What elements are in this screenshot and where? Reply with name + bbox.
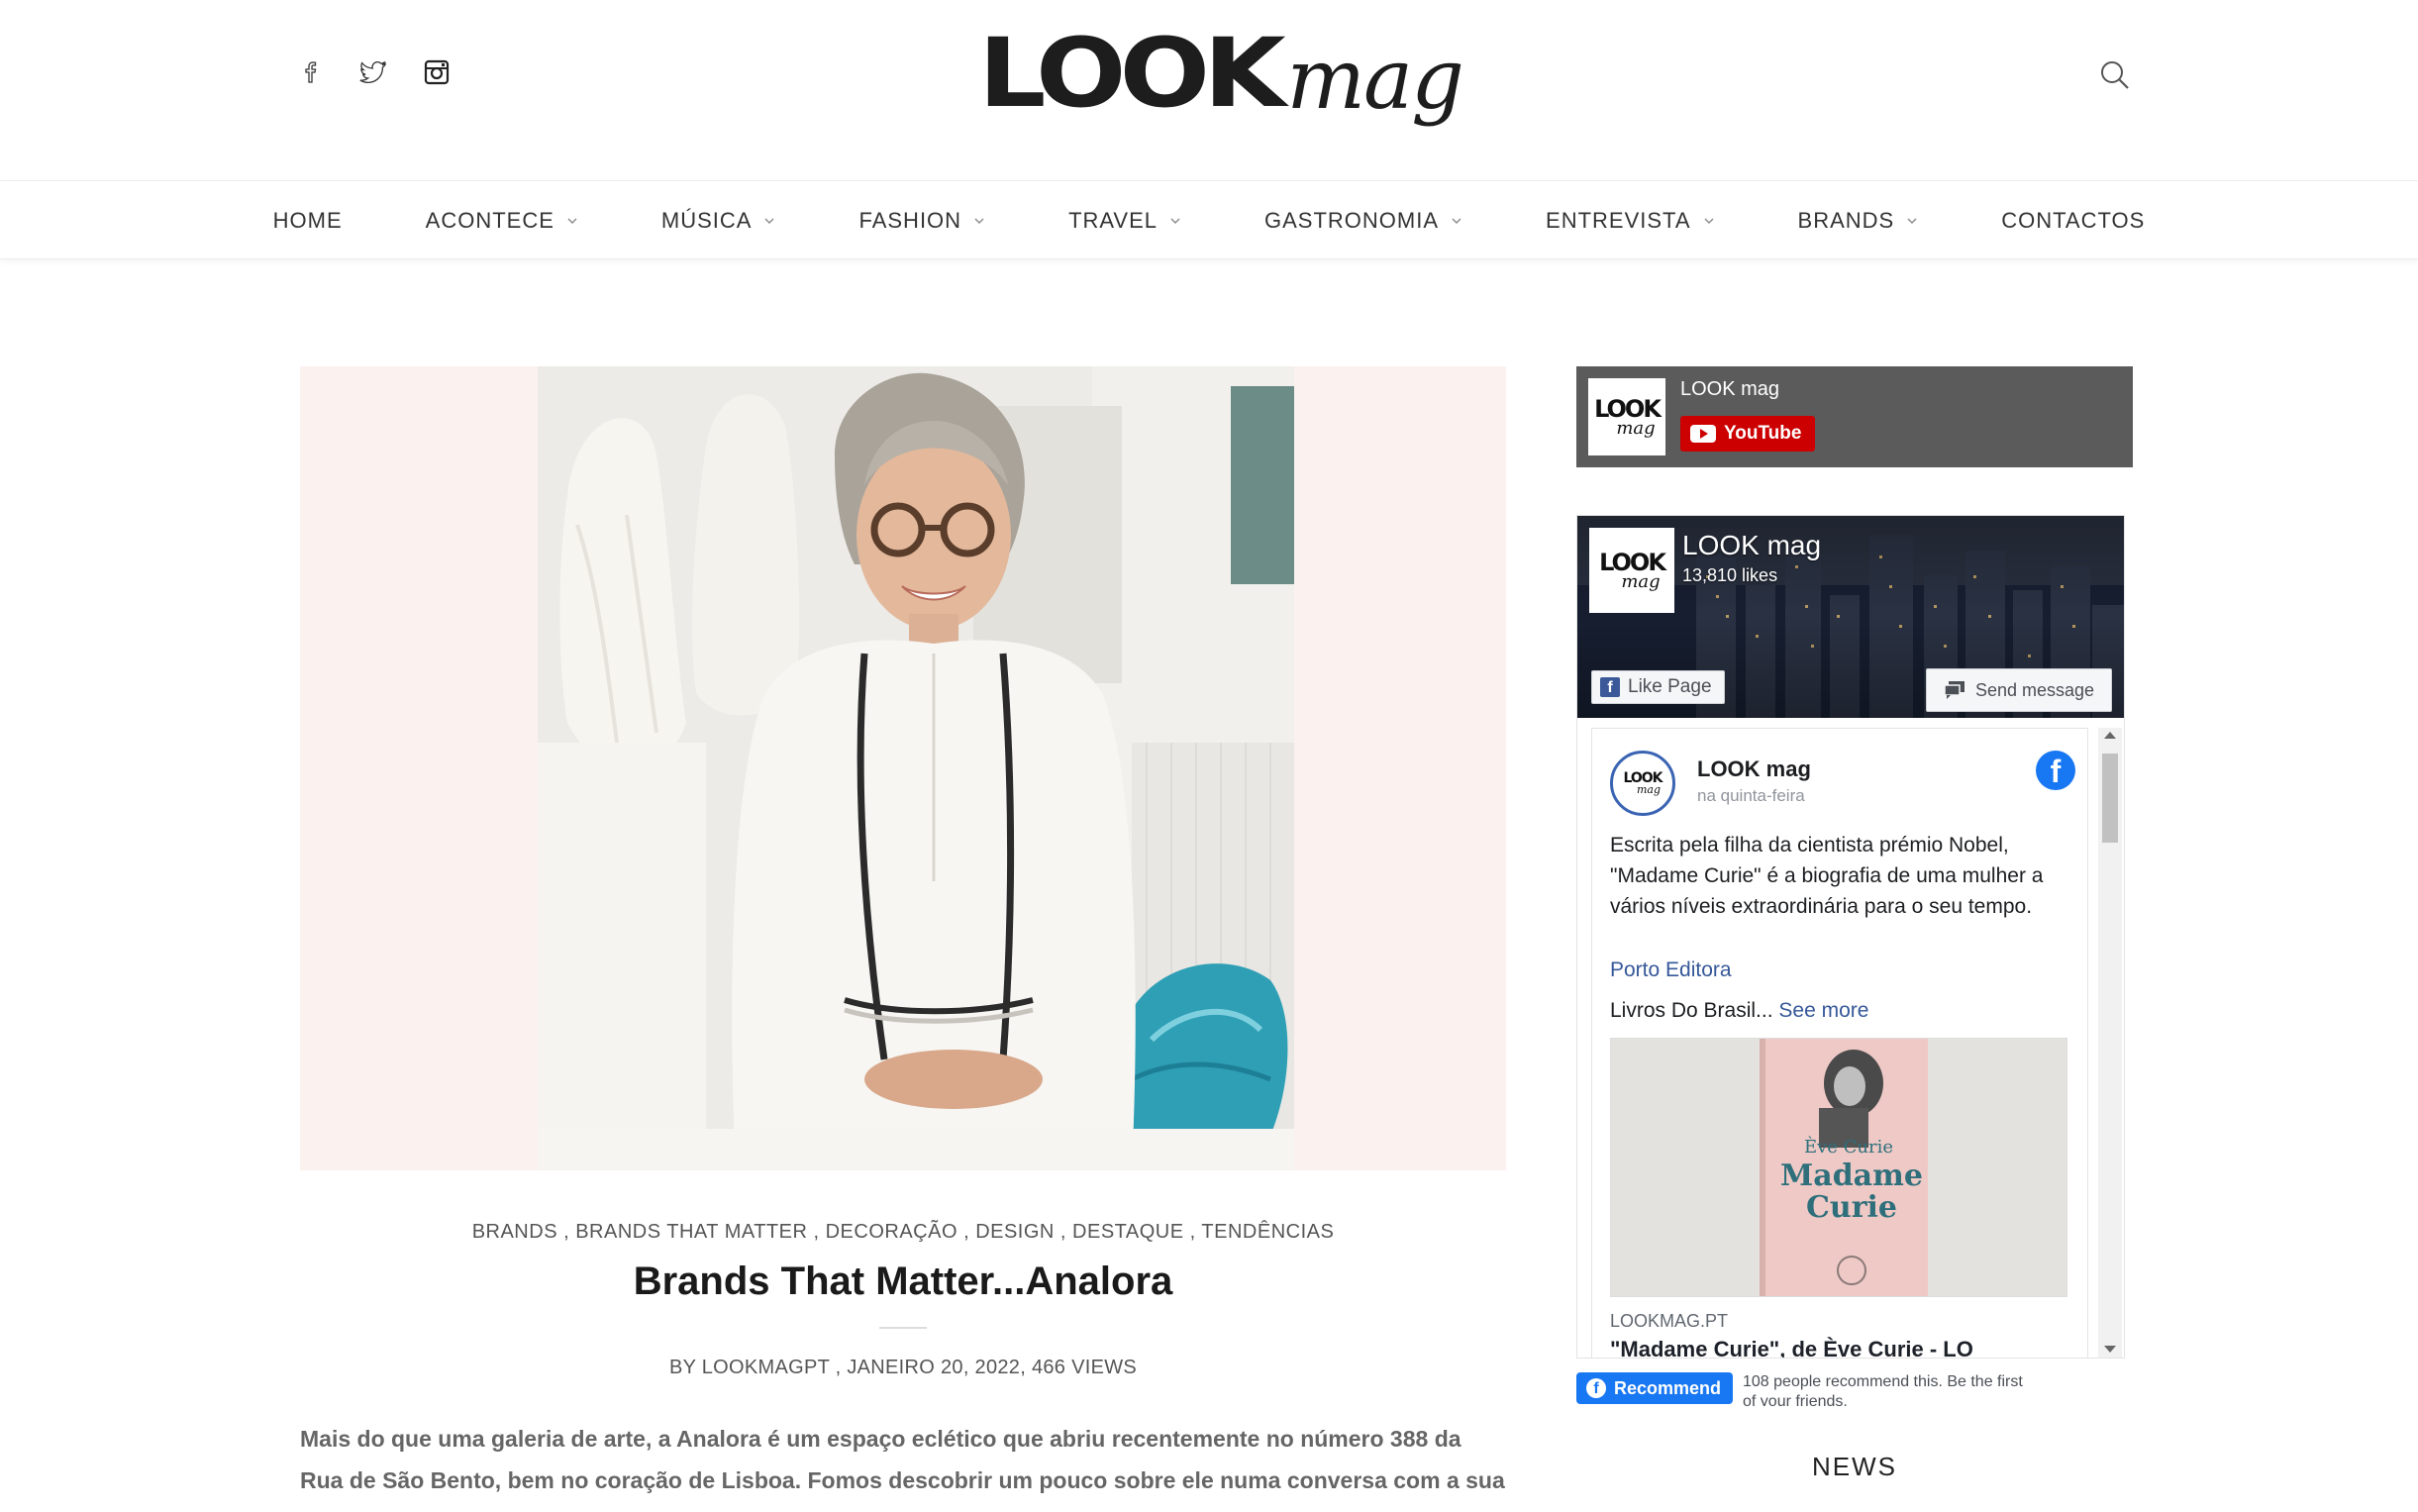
search-icon[interactable] [2097,57,2133,93]
channel-avatar[interactable]: LOOK mag [1588,378,1665,455]
facebook-cover-photo[interactable]: LOOK mag LOOK mag 13,810 likes f Like Pa… [1577,516,2124,718]
twitter-icon[interactable] [356,55,390,89]
youtube-subscribe-button[interactable]: YouTube [1680,416,1816,452]
chevron-down-icon [567,218,577,224]
youtube-play-icon [1690,425,1716,443]
post-text-truncated: Livros Do Brasil... [1610,999,1773,1022]
facebook-page-widget: LOOK mag LOOK mag 13,810 likes f Like Pa… [1576,515,2125,1359]
article-meta: BY LOOKMAGPT , JANEIRO 20, 2022, 466 VIE… [668,1357,1138,1378]
post-text: Escrita pela filha da cientista prémio N… [1610,834,2044,918]
scrollbar-thumb[interactable] [2102,754,2118,843]
recommend-count-text: 108 people recommend this. Be the first … [1743,1373,2023,1406]
book-title-line2: Curie [1806,1190,1897,1225]
channel-name[interactable]: LOOK mag [1680,378,1779,401]
news-heading: NEWS [1812,1452,1897,1481]
instagram-icon[interactable] [420,55,453,89]
category-separator: , [807,1221,826,1243]
category-link[interactable]: DECORAÇÃO [826,1221,957,1243]
logo-wordmark-bold: LOOK [978,18,1286,129]
chevron-down-icon [1704,218,1714,224]
nav-item-contactos[interactable]: CONTACTOS [1960,181,2186,260]
facebook-square-icon: f [1600,677,1620,697]
scroll-down-arrow-icon[interactable] [2104,1346,2116,1353]
message-icon [1944,681,1965,699]
see-more-link[interactable]: See more [1778,999,1868,1022]
send-message-label: Send message [1974,679,2095,700]
avatar-wordmark-italic: mag [1616,417,1656,439]
main-nav: HOME ACONTECE MÚSICA FASHION TRAVEL GASTRONOM… [0,180,2418,259]
post-timestamp[interactable]: na quinta-feira [1697,786,1805,806]
youtube-button-label: YouTube [1724,423,1802,444]
post-author-name[interactable]: LOOK mag [1697,756,1811,782]
facebook-page-likes: 13,810 likes [1682,565,1778,585]
chevron-down-icon [1170,218,1180,224]
facebook-timeline[interactable]: LOOK mag LOOK mag na quinta-feira f Escr… [1577,728,2124,1358]
nav-item-home[interactable]: HOME [232,181,384,260]
nav-item-label: HOME [272,208,343,233]
main-nav-list: HOME ACONTECE MÚSICA FASHION TRAVEL GASTRONOM… [0,181,2418,260]
attachment-domain: LOOKMAG.PT [1610,1311,1729,1331]
post-text-continuation: Livros Do Brasil... See more [1610,999,1868,1023]
title-divider [879,1327,927,1329]
chevron-down-icon [1452,218,1461,224]
category-link[interactable]: DESIGN [975,1221,1055,1243]
featured-image[interactable] [300,366,1506,1170]
article-categories: BRANDS , BRANDS THAT MATTER , DECORAÇÃO … [300,1221,1506,1244]
category-link[interactable]: BRANDS [472,1221,557,1243]
recommend-label: Recommend [1614,1377,1722,1398]
facebook-icon: f [1586,1378,1606,1398]
post-author-avatar[interactable]: LOOK mag [1610,751,1675,816]
nav-item-label: TRAVEL [1068,208,1159,233]
category-separator: , [957,1221,976,1243]
facebook-logo-icon[interactable]: f [2036,751,2075,790]
nav-item-label: GASTRONOMIA [1264,208,1440,233]
article-excerpt: Mais do que uma galeria de arte, a Analo… [300,1426,1505,1493]
chevron-down-icon [974,218,984,224]
chevron-down-icon [764,218,774,224]
nav-item-entrevista[interactable]: ENTREVISTA [1504,181,1757,260]
avatar-wordmark-italic: mag [1636,783,1662,797]
category-link[interactable]: TENDÊNCIAS [1201,1221,1334,1243]
book-author: Ève Curie [1804,1135,1893,1158]
nav-item-label: ENTREVISTA [1546,208,1691,233]
like-page-button[interactable]: f Like Page [1591,670,1725,704]
article-title[interactable]: Brands That Matter...Analora [300,1260,1506,1304]
youtube-subscribe-widget: LOOK mag LOOK mag YouTube [1576,366,2133,467]
site-logo[interactable]: LOOK mag [978,18,1464,129]
category-link[interactable]: DESTAQUE [1072,1221,1184,1243]
nav-item-label: CONTACTOS [2001,208,2146,233]
featured-photo [538,366,1294,1170]
nav-item-musica[interactable]: MÚSICA [620,181,818,260]
category-link[interactable]: BRANDS THAT MATTER [575,1221,807,1243]
facebook-page-name[interactable]: LOOK mag [1682,530,1821,561]
nav-item-gastronomia[interactable]: GASTRONOMIA [1223,181,1504,260]
logo-wordmark-italic: mag [1286,31,1464,128]
category-separator: , [1054,1221,1073,1243]
category-separator: , [1183,1221,1202,1243]
social-links [293,55,453,89]
site-header: LOOK mag [0,0,2418,180]
post-attachment-image[interactable]: Ève Curie Madame Curie [1610,1038,2067,1297]
avatar-wordmark-italic: mag [1621,570,1661,592]
send-message-button[interactable]: Send message [1926,668,2112,712]
nav-item-acontece[interactable]: ACONTECE [384,181,620,260]
attachment-title[interactable]: "Madame Curie", de Ève Curie - LO [1610,1337,2067,1358]
nav-item-label: ACONTECE [425,208,554,233]
nav-item-label: BRANDS [1797,208,1895,233]
facebook-icon[interactable] [293,55,327,89]
post-link-porto-editora[interactable]: Porto Editora [1610,958,1732,982]
nav-item-label: MÚSICA [660,208,753,233]
scroll-up-arrow-icon[interactable] [2104,732,2116,739]
like-page-label: Like Page [1628,676,1712,697]
chevron-down-icon [1907,218,1917,224]
category-separator: , [557,1221,576,1243]
facebook-page-avatar[interactable]: LOOK mag [1589,528,1674,613]
nav-item-brands[interactable]: BRANDS [1757,181,1961,260]
nav-item-label: FASHION [858,208,962,233]
nav-item-travel[interactable]: TRAVEL [1027,181,1223,260]
nav-item-fashion[interactable]: FASHION [817,181,1027,260]
book-title-line1: Madame [1780,1159,1923,1193]
facebook-post: LOOK mag LOOK mag na quinta-feira f Escr… [1591,728,2088,1358]
facebook-recommend-button[interactable]: f Recommend [1576,1372,1734,1404]
